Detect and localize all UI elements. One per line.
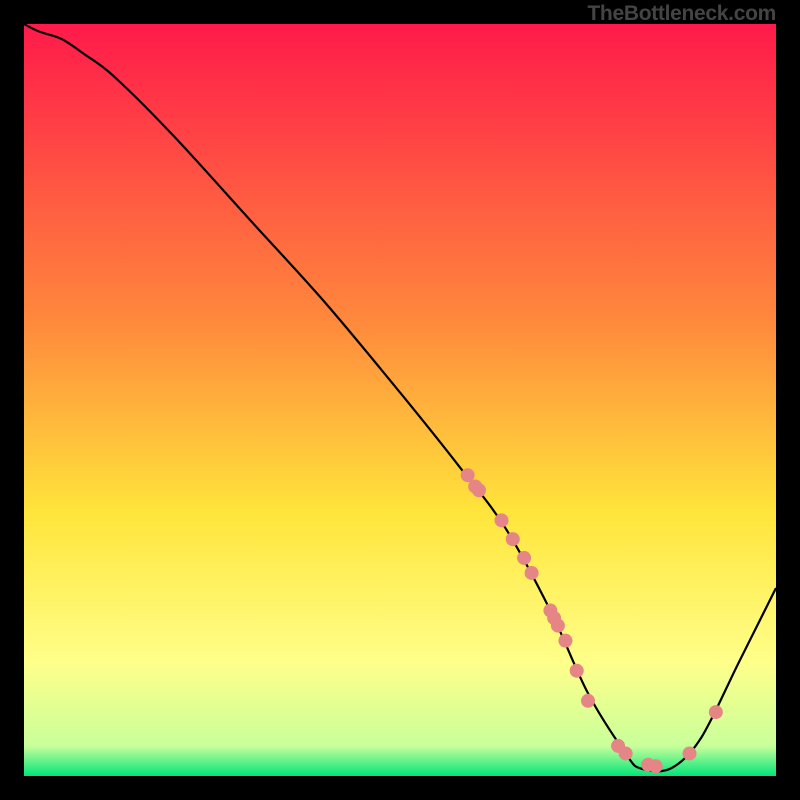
data-point bbox=[709, 705, 723, 719]
data-point bbox=[581, 694, 595, 708]
chart-area bbox=[24, 24, 776, 776]
data-point bbox=[683, 746, 697, 760]
data-point bbox=[649, 759, 663, 773]
data-point bbox=[558, 634, 572, 648]
data-point bbox=[517, 551, 531, 565]
data-point bbox=[551, 619, 565, 633]
watermark-text: TheBottleneck.com bbox=[587, 2, 776, 26]
chart-svg bbox=[24, 24, 776, 776]
data-point bbox=[619, 746, 633, 760]
chart-background bbox=[24, 24, 776, 776]
data-point bbox=[506, 532, 520, 546]
data-point bbox=[570, 664, 584, 678]
data-point bbox=[472, 483, 486, 497]
data-point bbox=[525, 566, 539, 580]
data-point bbox=[495, 513, 509, 527]
